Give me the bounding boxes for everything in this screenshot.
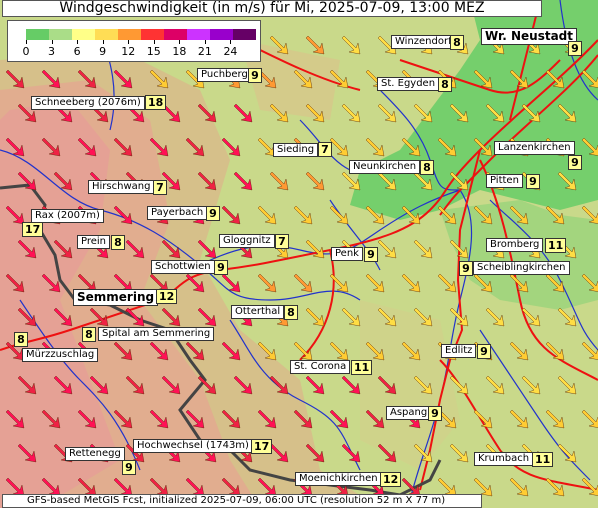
place-label-gloggnitz: Gloggnitz <box>219 234 275 248</box>
wind-value-bromberg: 11 <box>545 238 567 253</box>
place-label-scheiblingkirchen: Scheiblingkirchen <box>473 261 570 275</box>
legend-tick-mark <box>128 40 130 44</box>
legend-tick-label: 9 <box>99 45 107 58</box>
place-label-wr-neustadt: Wr. Neustadt <box>481 28 577 45</box>
wind-value-hirschwang: 7 <box>153 180 167 195</box>
legend-tick-label: 24 <box>223 45 238 58</box>
wind-value-neunkirchen: 8 <box>420 160 434 175</box>
wind-value-hochwechsel-1743m: 17 <box>251 439 273 454</box>
wind-value-krumbach: 11 <box>532 452 554 467</box>
wind-value-otterthal: 8 <box>284 305 298 320</box>
place-label-hirschwang: Hirschwang <box>88 180 155 194</box>
place-label-rax-2007m: Rax (2007m) <box>31 209 104 223</box>
legend-tick-mark <box>230 40 232 44</box>
legend-tick-mark <box>26 40 27 44</box>
place-label-sieding: Sieding <box>273 143 319 157</box>
place-label-puchberg: Puchberg <box>197 68 252 82</box>
legend-tick-mark <box>77 40 79 44</box>
place-label-schneeberg-2076m: Schneeberg (2076m) <box>31 96 145 110</box>
wind-value-pitten: 9 <box>526 174 540 189</box>
legend-tick-label: 3 <box>48 45 56 58</box>
place-label-pitten: Pitten <box>486 174 523 188</box>
terrain-background <box>0 0 598 508</box>
legend-color-step <box>118 29 141 40</box>
legend-tick-label: 18 <box>172 45 187 58</box>
legend-color-step <box>187 29 210 40</box>
wind-value-m-rzzuschlag: 8 <box>14 332 28 347</box>
legend-color-step <box>210 29 233 40</box>
legend-color-step <box>164 29 187 40</box>
legend-tick-mark <box>102 40 104 44</box>
legend-color-step <box>141 29 164 40</box>
wind-value-rax-2007m: 17 <box>22 222 44 237</box>
place-label-schottwien: Schottwien <box>151 260 215 274</box>
wind-value-prein: 8 <box>111 235 125 250</box>
legend-tick-mark <box>51 40 53 44</box>
legend-tick-mark <box>153 40 155 44</box>
legend-color-step <box>49 29 72 40</box>
legend-tick-label: 12 <box>121 45 136 58</box>
legend-tick-mark <box>179 40 181 44</box>
wind-value-puchberg: 9 <box>248 68 262 83</box>
place-label-prein: Prein <box>77 235 111 249</box>
wind-value-st-corona: 11 <box>351 360 373 375</box>
place-label-hochwechsel-1743m: Hochwechsel (1743m) <box>133 439 253 453</box>
legend-tick-label: 6 <box>73 45 81 58</box>
place-label-penk: Penk <box>331 247 363 261</box>
wind-value-wr-neustadt: 9 <box>568 41 582 56</box>
wind-value-schottwien: 9 <box>214 260 228 275</box>
forecast-info-footer: GFS-based MetGIS Fcst, initialized 2025-… <box>2 494 482 508</box>
place-label-semmering: Semmering <box>73 289 159 306</box>
place-label-moenichkirchen: Moenichkirchen <box>295 472 382 486</box>
place-label-otterthal: Otterthal <box>231 305 285 319</box>
map-title: Windgeschwindigkeit (in m/s) für Mi, 202… <box>2 0 542 17</box>
legend-color-step <box>26 29 49 40</box>
wind-value-moenichkirchen: 12 <box>380 472 402 487</box>
place-label-st-egyden: St. Egyden <box>377 77 440 91</box>
wind-value-aspang: 9 <box>428 406 442 421</box>
place-label-st-corona: St. Corona <box>290 360 351 374</box>
place-label-spital-am-semmering: Spital am Semmering <box>98 327 215 341</box>
place-label-lanzenkirchen: Lanzenkirchen <box>494 141 575 155</box>
legend-tick-label: 21 <box>197 45 212 58</box>
wind-speed-legend: 0 3 6 9 12 15 18 21 24 <box>7 20 261 62</box>
legend-color-step <box>72 29 95 40</box>
wind-value-spital-am-semmering: 8 <box>82 327 96 342</box>
wind-value-penk: 9 <box>364 247 378 262</box>
wind-value-lanzenkirchen: 9 <box>568 155 582 170</box>
wind-value-semmering: 12 <box>156 289 178 304</box>
wind-value-scheiblingkirchen: 9 <box>459 261 473 276</box>
legend-tick-label: 0 <box>22 45 30 58</box>
wind-value-gloggnitz: 7 <box>275 234 289 249</box>
place-label-m-rzzuschlag: Mürzzuschlag <box>22 348 99 362</box>
place-label-edlitz: Edlitz <box>441 344 477 358</box>
legend-tick-label: 15 <box>146 45 161 58</box>
place-label-aspang: Aspang <box>386 406 432 420</box>
wind-map: Windgeschwindigkeit (in m/s) für Mi, 202… <box>0 0 598 508</box>
wind-value-rettenegg: 9 <box>122 460 136 475</box>
legend-color-step <box>233 29 256 40</box>
wind-value-sieding: 7 <box>318 142 332 157</box>
place-label-rettenegg: Rettenegg <box>65 447 125 461</box>
wind-value-edlitz: 9 <box>477 344 491 359</box>
place-label-winzendorf: Winzendorf <box>391 35 456 49</box>
place-label-krumbach: Krumbach <box>474 452 534 466</box>
place-label-bromberg: Bromberg <box>486 238 544 252</box>
legend-tick-mark <box>204 40 206 44</box>
legend-color-bar <box>26 29 256 40</box>
wind-value-schneeberg-2076m: 18 <box>145 95 167 110</box>
wind-value-winzendorf: 8 <box>450 35 464 50</box>
place-label-neunkirchen: Neunkirchen <box>349 160 421 174</box>
wind-value-payerbach: 9 <box>206 206 220 221</box>
legend-color-step <box>95 29 118 40</box>
place-label-payerbach: Payerbach <box>147 206 208 220</box>
wind-value-st-egyden: 8 <box>438 77 452 92</box>
